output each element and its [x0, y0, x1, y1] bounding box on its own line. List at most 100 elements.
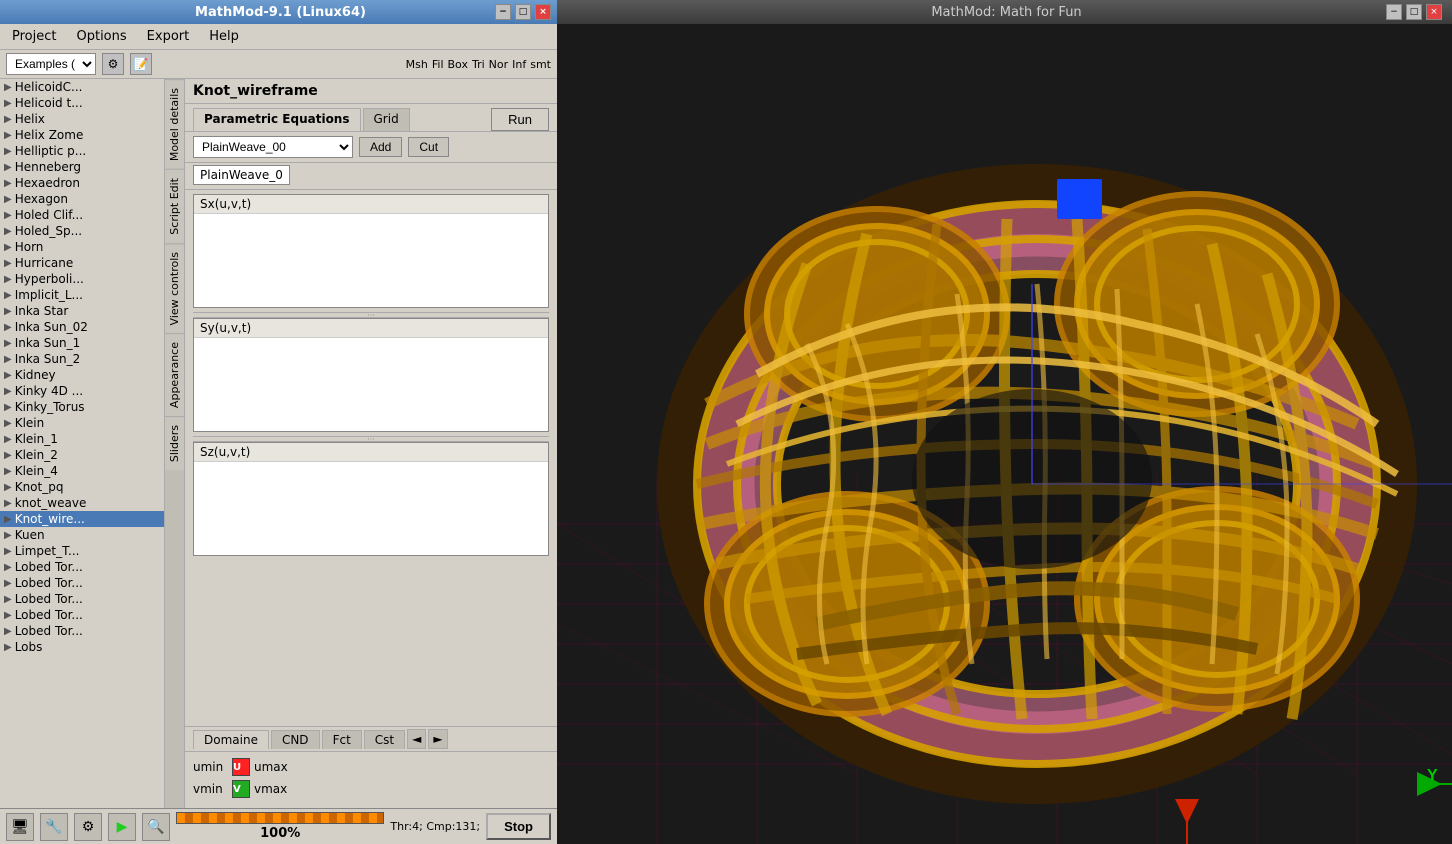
vp-maximize-btn[interactable]: □ [1406, 4, 1422, 20]
list-item-17[interactable]: ▶Inka Sun_2 [0, 351, 164, 367]
maximize-button[interactable]: □ [515, 4, 531, 20]
list-panel[interactable]: ▶HelicoidC...▶Helicoid t...▶Helix▶Helix … [0, 79, 165, 808]
knot-3d-view: Grid = 50×50 = 2500 Poly = 1131162 [557, 24, 1452, 844]
list-item-5[interactable]: ▶Henneberg [0, 159, 164, 175]
eq-sy-input[interactable] [194, 338, 548, 428]
list-item-28[interactable]: ▶Kuen [0, 527, 164, 543]
list-item-27[interactable]: ▶Knot_wire... [0, 511, 164, 527]
model-selector-row: PlainWeave_00 Add Cut [185, 132, 557, 163]
tag-smt[interactable]: smt [530, 58, 551, 71]
list-item-15[interactable]: ▶Inka Sun_02 [0, 319, 164, 335]
tag-fil[interactable]: Fil [432, 58, 444, 71]
tag-box[interactable]: Box [448, 58, 468, 71]
tag-inf[interactable]: Inf [512, 58, 526, 71]
list-item-8[interactable]: ▶Holed Clif... [0, 207, 164, 223]
cut-button[interactable]: Cut [408, 137, 449, 157]
toolbar-icon-2[interactable]: 📝 [130, 53, 152, 75]
vp-minimize-btn[interactable]: − [1386, 4, 1402, 20]
minimize-button[interactable]: − [495, 4, 511, 20]
progress-container: 100% [176, 812, 384, 841]
eq-sx-input[interactable] [194, 214, 548, 304]
tag-msh[interactable]: Msh [406, 58, 428, 71]
eq-sy-label: Sy(u,v,t) [194, 319, 548, 338]
eq-sz-input[interactable] [194, 462, 548, 552]
list-item-4[interactable]: ▶Helliptic p... [0, 143, 164, 159]
status-icon-1[interactable]: 🖥 [6, 813, 34, 841]
list-item-25[interactable]: ▶Knot_pq [0, 479, 164, 495]
vp-close-btn[interactable]: × [1426, 4, 1442, 20]
menu-export[interactable]: Export [143, 27, 194, 46]
list-item-32[interactable]: ▶Lobed Tor... [0, 591, 164, 607]
list-item-13[interactable]: ▶Implicit_L... [0, 287, 164, 303]
list-item-21[interactable]: ▶Klein [0, 415, 164, 431]
list-arrow-3: ▶ [4, 130, 12, 141]
list-item-12[interactable]: ▶Hyperboli... [0, 271, 164, 287]
add-button[interactable]: Add [359, 137, 402, 157]
list-item-7[interactable]: ▶Hexagon [0, 191, 164, 207]
list-item-19[interactable]: ▶Kinky 4D ... [0, 383, 164, 399]
list-arrow-20: ▶ [4, 402, 12, 413]
list-item-30[interactable]: ▶Lobed Tor... [0, 559, 164, 575]
list-item-29[interactable]: ▶Limpet_T... [0, 543, 164, 559]
close-button[interactable]: × [535, 4, 551, 20]
list-item-16[interactable]: ▶Inka Sun_1 [0, 335, 164, 351]
status-play-btn[interactable]: ▶ [108, 813, 136, 841]
list-item-11[interactable]: ▶Hurricane [0, 255, 164, 271]
vtab-view-controls[interactable]: View controls [165, 243, 184, 333]
list-item-33[interactable]: ▶Lobed Tor... [0, 607, 164, 623]
menu-options[interactable]: Options [72, 27, 130, 46]
ptab-grid[interactable]: Grid [363, 108, 410, 131]
list-item-2[interactable]: ▶Helix [0, 111, 164, 127]
list-item-35[interactable]: ▶Lobs [0, 639, 164, 655]
btab-prev-arrow[interactable]: ◄ [407, 729, 426, 749]
list-item-0[interactable]: ▶HelicoidC... [0, 79, 164, 95]
vtab-model-details[interactable]: Model details [165, 79, 184, 169]
list-arrow-13: ▶ [4, 290, 12, 301]
list-item-26[interactable]: ▶knot_weave [0, 495, 164, 511]
btab-domaine[interactable]: Domaine [193, 730, 269, 749]
list-item-23[interactable]: ▶Klein_2 [0, 447, 164, 463]
title-bar-buttons: − □ × [495, 4, 551, 20]
list-arrow-31: ▶ [4, 578, 12, 589]
umin-color-btn[interactable]: U [232, 758, 250, 776]
umin-letter: U [233, 762, 241, 773]
examples-dropdown[interactable]: Examples (35ø [6, 53, 96, 75]
list-item-18[interactable]: ▶Kidney [0, 367, 164, 383]
list-item-20[interactable]: ▶Kinky_Torus [0, 399, 164, 415]
status-search-btn[interactable]: 🔍 [142, 813, 170, 841]
list-item-14[interactable]: ▶Inka Star [0, 303, 164, 319]
list-arrow-8: ▶ [4, 210, 12, 221]
list-item-10[interactable]: ▶Horn [0, 239, 164, 255]
vtab-sliders[interactable]: Sliders [165, 416, 184, 470]
btab-cst[interactable]: Cst [364, 730, 405, 749]
tag-tri[interactable]: Tri [472, 58, 485, 71]
run-button[interactable]: Run [491, 108, 549, 131]
tag-nor[interactable]: Nor [489, 58, 508, 71]
btab-next-arrow[interactable]: ► [428, 729, 447, 749]
list-item-31[interactable]: ▶Lobed Tor... [0, 575, 164, 591]
list-item-9[interactable]: ▶Holed_Sp... [0, 223, 164, 239]
viewport-canvas[interactable]: Grid = 50×50 = 2500 Poly = 1131162 [557, 24, 1452, 844]
vtab-appearance[interactable]: Appearance [165, 333, 184, 416]
menu-project[interactable]: Project [8, 27, 60, 46]
list-arrow-32: ▶ [4, 594, 12, 605]
model-dropdown[interactable]: PlainWeave_00 [193, 136, 353, 158]
menu-help[interactable]: Help [205, 27, 243, 46]
status-icon-3[interactable]: ⚙ [74, 813, 102, 841]
ptab-parametric[interactable]: Parametric Equations [193, 108, 361, 131]
stop-button[interactable]: Stop [486, 813, 551, 840]
vmin-color-btn[interactable]: V [232, 780, 250, 798]
list-item-22[interactable]: ▶Klein_1 [0, 431, 164, 447]
btab-cnd[interactable]: CND [271, 730, 320, 749]
vtab-script-edit[interactable]: Script Edit [165, 169, 184, 243]
list-arrow-17: ▶ [4, 354, 12, 365]
toolbar-icon-1[interactable]: ⚙ [102, 53, 124, 75]
list-item-34[interactable]: ▶Lobed Tor... [0, 623, 164, 639]
list-item-6[interactable]: ▶Hexaedron [0, 175, 164, 191]
list-item-24[interactable]: ▶Klein_4 [0, 463, 164, 479]
list-arrow-26: ▶ [4, 498, 12, 509]
status-icon-2[interactable]: 🔧 [40, 813, 68, 841]
btab-fct[interactable]: Fct [322, 730, 362, 749]
list-item-1[interactable]: ▶Helicoid t... [0, 95, 164, 111]
list-item-3[interactable]: ▶Helix Zome [0, 127, 164, 143]
